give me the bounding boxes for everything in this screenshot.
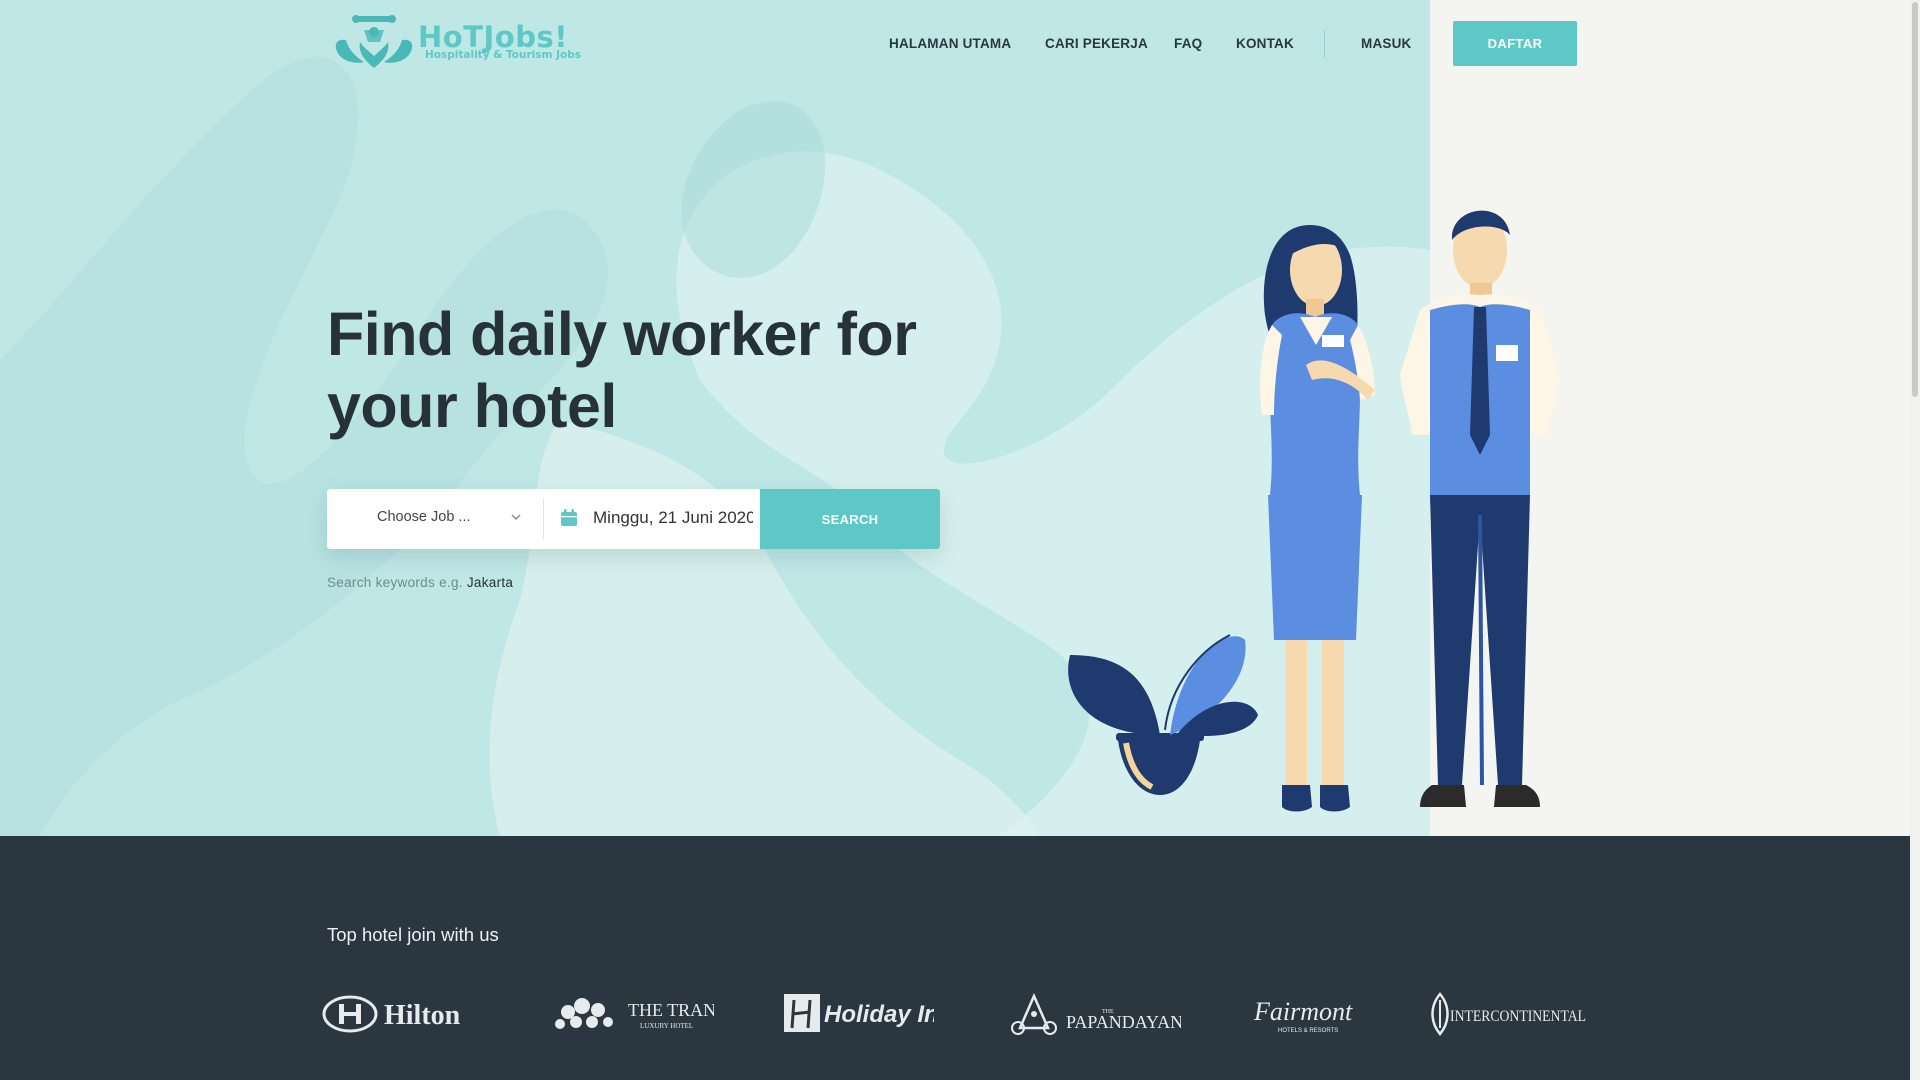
search-separator [543, 499, 544, 539]
date-input[interactable]: Minggu, 21 Juni 2020 [593, 508, 753, 528]
job-select-placeholder: Choose Job ... [377, 509, 471, 525]
job-select[interactable]: Choose Job ... [327, 489, 543, 549]
holiday-inn-wordmark: Holiday Inn [824, 1001, 934, 1028]
logo-tagline: Hospitality & Tourism Jobs [425, 49, 581, 61]
receptionist-woman [1260, 225, 1375, 812]
nav-item-faq[interactable]: FAQ [1174, 36, 1202, 51]
intercontinental-wordmark: INTERCONTINENTAL [1450, 1008, 1586, 1025]
search-hint: Search keywords e.g. Jakarta [327, 575, 513, 590]
fairmont-wordmark: Fairmont [1253, 997, 1353, 1026]
plant-illustration [1068, 634, 1258, 795]
page-scrollbar-thumb[interactable] [1912, 2, 1918, 397]
search-button[interactable]: SEARCH [760, 489, 940, 549]
the-trans-logo[interactable]: THE TRANS LUXURY HOTEL [554, 988, 714, 1040]
chevron-down-icon [511, 514, 521, 520]
nav-item-cari-pekerja[interactable]: CARI PEKERJA [1045, 36, 1148, 51]
hotel-staff-illustration [1068, 210, 1560, 812]
hilton-wordmark: Hilton [384, 1000, 461, 1031]
nav-divider [1324, 30, 1325, 58]
hilton-logo[interactable]: Hilton [322, 988, 482, 1040]
papandayan-logo[interactable]: THE PAPANDAYAN [1006, 988, 1181, 1040]
register-button[interactable]: DAFTAR [1453, 21, 1577, 66]
search-hint-prefix: Search keywords e.g. [327, 575, 463, 590]
partners-title: Top hotel join with us [327, 924, 499, 945]
hero-headline: Find daily worker for your hotel [327, 300, 917, 440]
nav-item-kontak[interactable]: KONTAK [1236, 36, 1294, 51]
the-trans-sub: LUXURY HOTEL [640, 1022, 693, 1030]
calendar-icon [561, 509, 577, 526]
the-trans-wordmark: THE TRANS [628, 1000, 714, 1020]
search-form: Choose Job ... Minggu, 21 Juni 2020 SEAR… [327, 489, 940, 549]
holiday-inn-logo[interactable]: Holiday Inn [784, 988, 934, 1040]
receptionist-man [1400, 210, 1560, 807]
login-link[interactable]: MASUK [1361, 36, 1412, 51]
papandayan-wordmark: PAPANDAYAN [1066, 1012, 1181, 1032]
fairmont-logo[interactable]: Fairmont HOTELS & RESORTS [1250, 988, 1360, 1040]
search-hint-keyword[interactable]: Jakarta [467, 575, 513, 590]
nav-item-halaman-utama[interactable]: HALAMAN UTAMA [889, 36, 1011, 51]
fairmont-sub: HOTELS & RESORTS [1278, 1028, 1338, 1034]
intercontinental-logo[interactable]: INTERCONTINENTAL [1428, 988, 1588, 1040]
